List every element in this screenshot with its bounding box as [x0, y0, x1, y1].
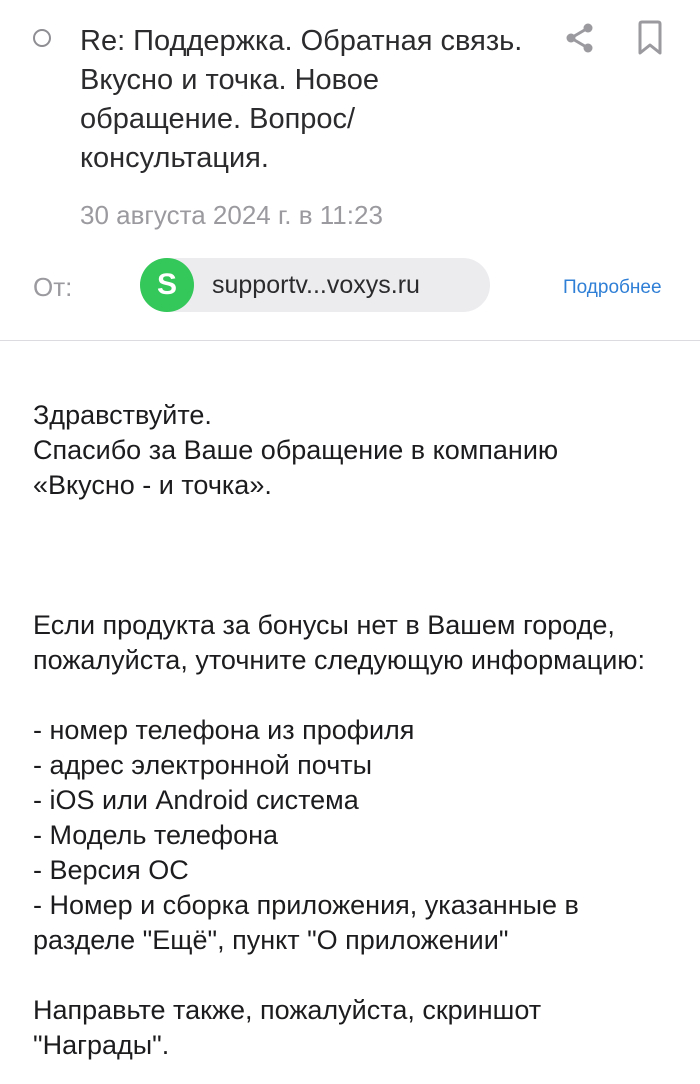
email-date: 30 августа 2024 г. в 11:23	[80, 200, 383, 230]
sender-address: supportv...voxys.ru	[212, 270, 420, 299]
share-icon	[566, 23, 593, 53]
closing-text: Направьте также, пожалуйста, скриншот "Н…	[33, 995, 542, 1060]
sender-chip[interactable]: S supportv...voxys.ru	[140, 258, 490, 312]
thanks-text-line2: «Вкусно - и точка».	[33, 470, 272, 500]
share-button[interactable]	[560, 18, 600, 58]
thanks-text-line1: Спасибо за Ваше обращение в компанию	[33, 435, 559, 465]
list-item: - iOS или Android система	[33, 785, 359, 815]
email-body: Здравствуйте. Спасибо за Ваше обращение …	[33, 398, 663, 1063]
email-subject: Re: Поддержка. Обратная связь. Вкусно и …	[80, 25, 523, 174]
email-header: Re: Поддержка. Обратная связь. Вкусно и …	[0, 0, 700, 340]
from-label: От:	[33, 272, 73, 302]
avatar: S	[140, 258, 194, 312]
list-item: - Номер и сборка приложения, указанные в…	[33, 890, 579, 955]
request-text: Если продукта за бонусы нет в Вашем горо…	[33, 610, 646, 675]
bookmark-icon	[638, 20, 662, 55]
list-item: - адрес электронной почты	[33, 750, 373, 780]
details-link[interactable]: Подробнее	[563, 277, 662, 299]
bookmark-button[interactable]	[630, 18, 670, 58]
list-item: - Модель телефона	[33, 820, 279, 850]
greeting-text: Здравствуйте.	[33, 400, 212, 430]
unread-dot-icon[interactable]	[33, 29, 51, 47]
header-divider	[0, 340, 700, 341]
list-item: - Версия ОС	[33, 855, 189, 885]
list-item: - номер телефона из профиля	[33, 715, 415, 745]
email-view: Re: Поддержка. Обратная связь. Вкусно и …	[0, 0, 700, 1084]
